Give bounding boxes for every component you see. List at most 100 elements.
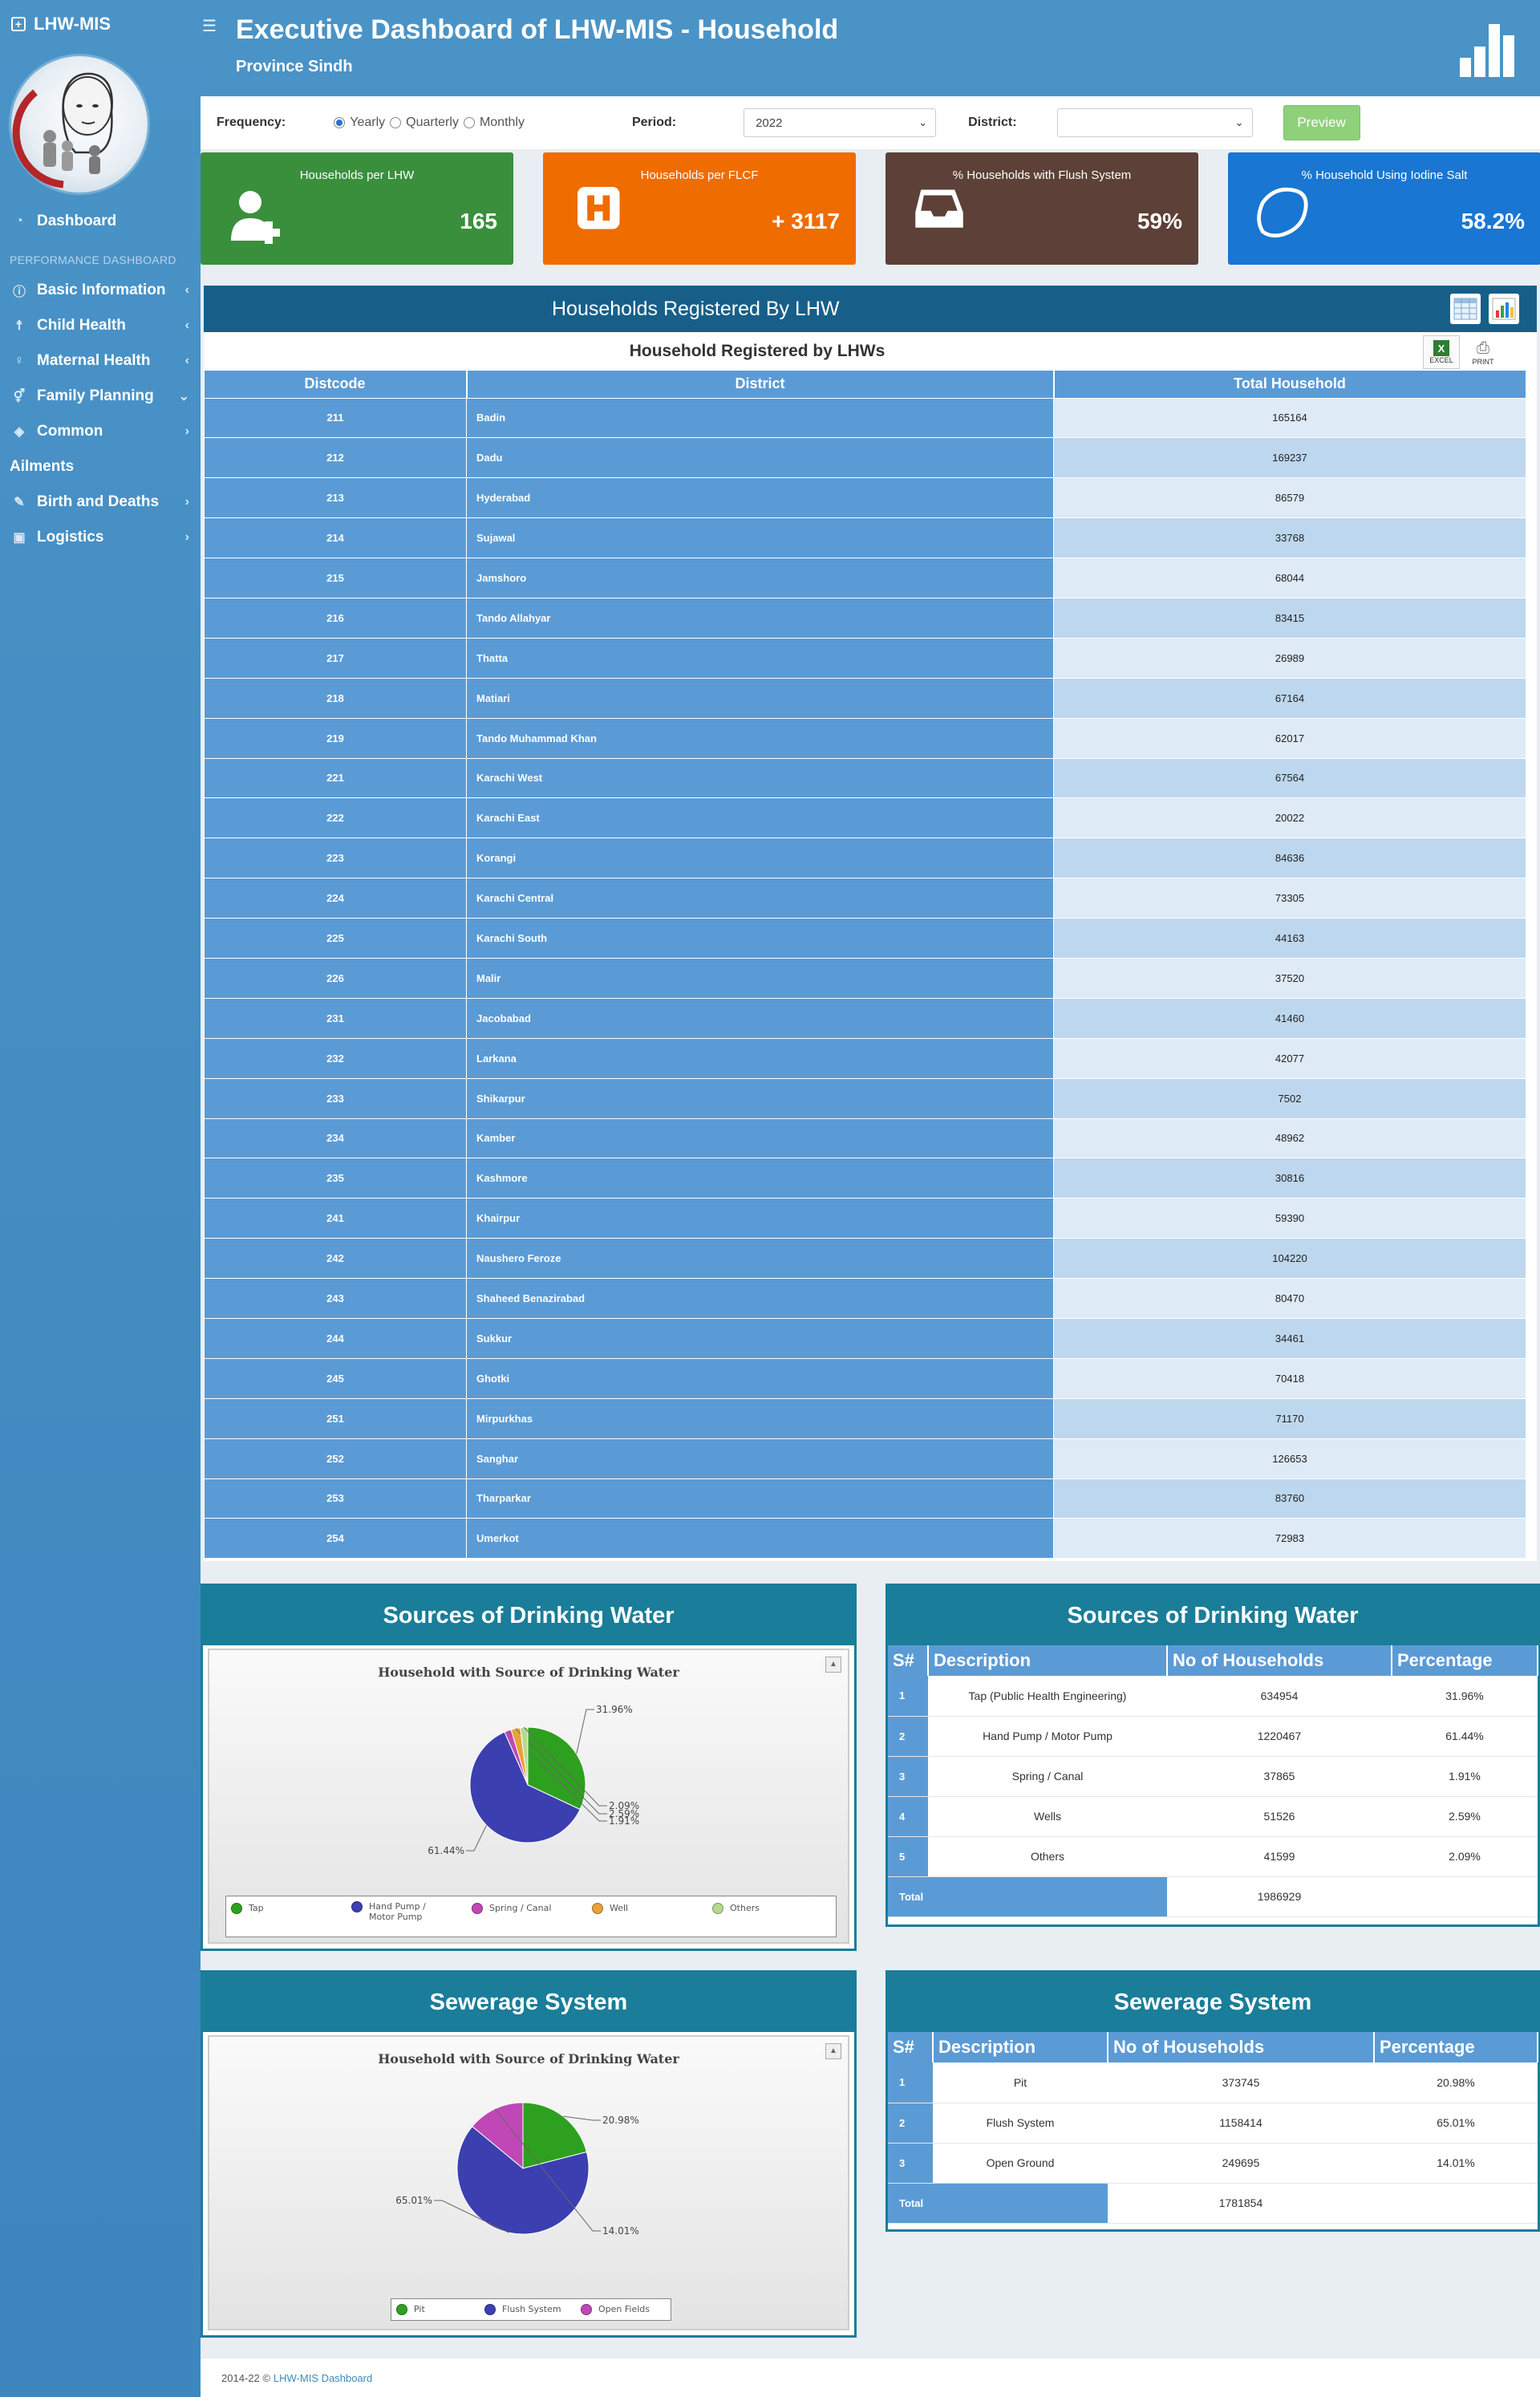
kpi-value: 59%	[1137, 209, 1182, 233]
district-cell: Karachi East	[466, 797, 1054, 839]
total-household-cell: 59390	[1053, 1198, 1526, 1239]
table-row: 217 Thatta 26989	[204, 637, 1526, 679]
district-label: District:	[968, 116, 1017, 129]
sidebar-item-birth-and-deaths[interactable]: ✎ Birth and Deaths ›	[0, 485, 201, 520]
total-row: Total 1781854	[888, 2183, 1538, 2224]
footer-link[interactable]: LHW-MIS Dashboard	[274, 2372, 372, 2384]
print-button[interactable]: ⎙ PRINT	[1465, 335, 1502, 369]
kpi-value: + 3117	[772, 209, 840, 233]
lhw-logo	[11, 56, 148, 193]
column-header[interactable]: Distcode	[204, 371, 468, 398]
households-cell: 1220467	[1167, 1716, 1392, 1757]
table-row: 252 Sanghar 126653	[204, 1438, 1526, 1479]
frequency-quarterly-radio[interactable]: Quarterly	[390, 116, 459, 130]
chevron-left-icon: ‹	[184, 354, 189, 367]
legend-label: Spring / Canal	[489, 1903, 552, 1913]
column-header[interactable]: District	[466, 371, 1055, 398]
chart-view-button[interactable]	[1489, 294, 1519, 324]
menu-toggle-icon[interactable]: ☰	[202, 16, 217, 36]
total-household-cell: 33768	[1053, 517, 1526, 559]
preview-button[interactable]: Preview	[1283, 105, 1360, 140]
legend-item[interactable]: Open Fields	[581, 2304, 650, 2315]
sidebar-item-child-health[interactable]: ☨ Child Health ‹	[0, 308, 201, 343]
table-row: 224 Karachi Central 73305	[204, 878, 1526, 919]
legend-item[interactable]: Spring / Canal	[472, 1903, 551, 1914]
period-select[interactable]: 2022 ⌄	[744, 108, 937, 137]
column-header[interactable]: Percentage	[1374, 2032, 1538, 2062]
footer: 2014-22 © LHW-MIS Dashboard	[201, 2358, 1540, 2397]
frequency-monthly-radio[interactable]: Monthly	[463, 116, 525, 130]
column-header[interactable]: S#	[888, 2032, 934, 2062]
district-cell: Sujawal	[466, 517, 1054, 559]
table-icon	[1453, 298, 1477, 320]
district-cell: Badin	[466, 397, 1054, 439]
legend-item[interactable]: Well	[592, 1903, 628, 1914]
district-cell: Tharparkar	[466, 1478, 1054, 1519]
sidebar-item-dashboard[interactable]: ◔ Dashboard	[0, 204, 201, 239]
radio-label: Quarterly	[406, 116, 459, 129]
district-cell: Kashmore	[466, 1158, 1054, 1199]
info-icon: ⓘ	[12, 286, 26, 299]
sidebar-item-label: Family Planning	[37, 387, 154, 404]
district-cell: Ghotki	[466, 1357, 1054, 1399]
column-header[interactable]: Percentage	[1392, 1645, 1538, 1676]
district-select[interactable]: ⌄	[1056, 108, 1253, 137]
legend-item[interactable]: Pit	[396, 2304, 425, 2315]
total-household-cell: 68044	[1053, 558, 1526, 598]
sewerage-chart: Household with Source of Drinking Water …	[208, 2035, 849, 2330]
export-excel-button[interactable]: X EXCEL	[1423, 335, 1460, 369]
sidebar-item-ailments[interactable]: Ailments	[0, 449, 201, 485]
legend-item[interactable]: Tap	[231, 1903, 264, 1914]
description-cell: Open Ground	[933, 2143, 1108, 2184]
total-row: Total 1986929	[888, 1876, 1538, 1917]
brand[interactable]: + LHW-MIS	[0, 0, 201, 48]
column-header[interactable]: No of Households	[1167, 1645, 1392, 1676]
legend-item[interactable]: Hand Pump / Motor Pump	[351, 1901, 448, 1922]
households-cell: 1158414	[1108, 2103, 1374, 2144]
column-header[interactable]: S#	[888, 1645, 929, 1676]
column-header[interactable]: Total Household	[1053, 371, 1527, 398]
distcode-cell: 215	[204, 558, 467, 598]
column-header[interactable]: Description	[933, 2032, 1108, 2062]
households-panel-header: Households Registered By LHW	[204, 286, 1537, 332]
sidebar-item-maternal-health[interactable]: ♀ Maternal Health ‹	[0, 343, 201, 379]
sidebar-item-basic-information[interactable]: ⓘ Basic Information ‹	[0, 273, 201, 308]
table-row: 212 Dadu 169237	[204, 437, 1526, 479]
page-title: Executive Dashboard of LHW-MIS - Househo…	[236, 14, 839, 45]
distcode-cell: 221	[204, 757, 467, 799]
legend-item[interactable]: Flush System	[484, 2304, 561, 2315]
table-row: 2 Hand Pump / Motor Pump 1220467 61.44%	[888, 1716, 1538, 1757]
page-header: ☰ Executive Dashboard of LHW-MIS - House…	[201, 0, 1540, 96]
sidebar-item-label: Maternal Health	[37, 352, 151, 369]
chevron-right-icon: ›	[184, 530, 189, 544]
district-cell: Sanghar	[466, 1438, 1054, 1479]
district-cell: Malir	[466, 957, 1054, 999]
column-header[interactable]: Description	[928, 1645, 1168, 1676]
sidebar-item-logistics[interactable]: ▣ Logistics ›	[0, 520, 201, 555]
total-household-cell: 126653	[1053, 1438, 1526, 1479]
total-label: Total	[888, 2183, 1108, 2224]
district-cell: Tando Muhammad Khan	[466, 717, 1054, 759]
sidebar-item-family-planning[interactable]: ⚥ Family Planning ⌄	[0, 379, 201, 414]
legend-item[interactable]: Others	[712, 1903, 760, 1914]
pie-data-label: 14.01%	[602, 2225, 639, 2237]
district-cell: Shaheed Benazirabad	[466, 1278, 1054, 1319]
district-cell: Sukkur	[466, 1317, 1054, 1359]
frequency-yearly-radio[interactable]: Yearly	[334, 116, 385, 130]
distcode-cell: 234	[204, 1117, 467, 1159]
distcode-cell: 252	[204, 1438, 467, 1479]
total-household-cell: 70418	[1053, 1357, 1526, 1399]
district-cell: Naushero Feroze	[466, 1238, 1054, 1280]
column-header[interactable]: No of Households	[1108, 2032, 1375, 2062]
total-label: Total	[888, 1876, 1167, 1917]
sidebar-item-common[interactable]: ◈ Common ›	[0, 414, 201, 449]
sn-cell: 4	[888, 1796, 928, 1837]
panel-title: Sewerage System	[203, 1973, 854, 2032]
radio-unchecked-icon	[463, 117, 475, 128]
table-view-button[interactable]	[1450, 294, 1481, 324]
footer-text: 2014-22 ©	[221, 2371, 270, 2384]
kpi-label: % Households with Flush System	[952, 168, 1132, 182]
excel-label: EXCEL	[1429, 356, 1453, 364]
page-subtitle: Province Sindh	[236, 58, 353, 75]
sidebar-section-heading: PERFORMANCE DASHBOARD	[10, 253, 176, 266]
